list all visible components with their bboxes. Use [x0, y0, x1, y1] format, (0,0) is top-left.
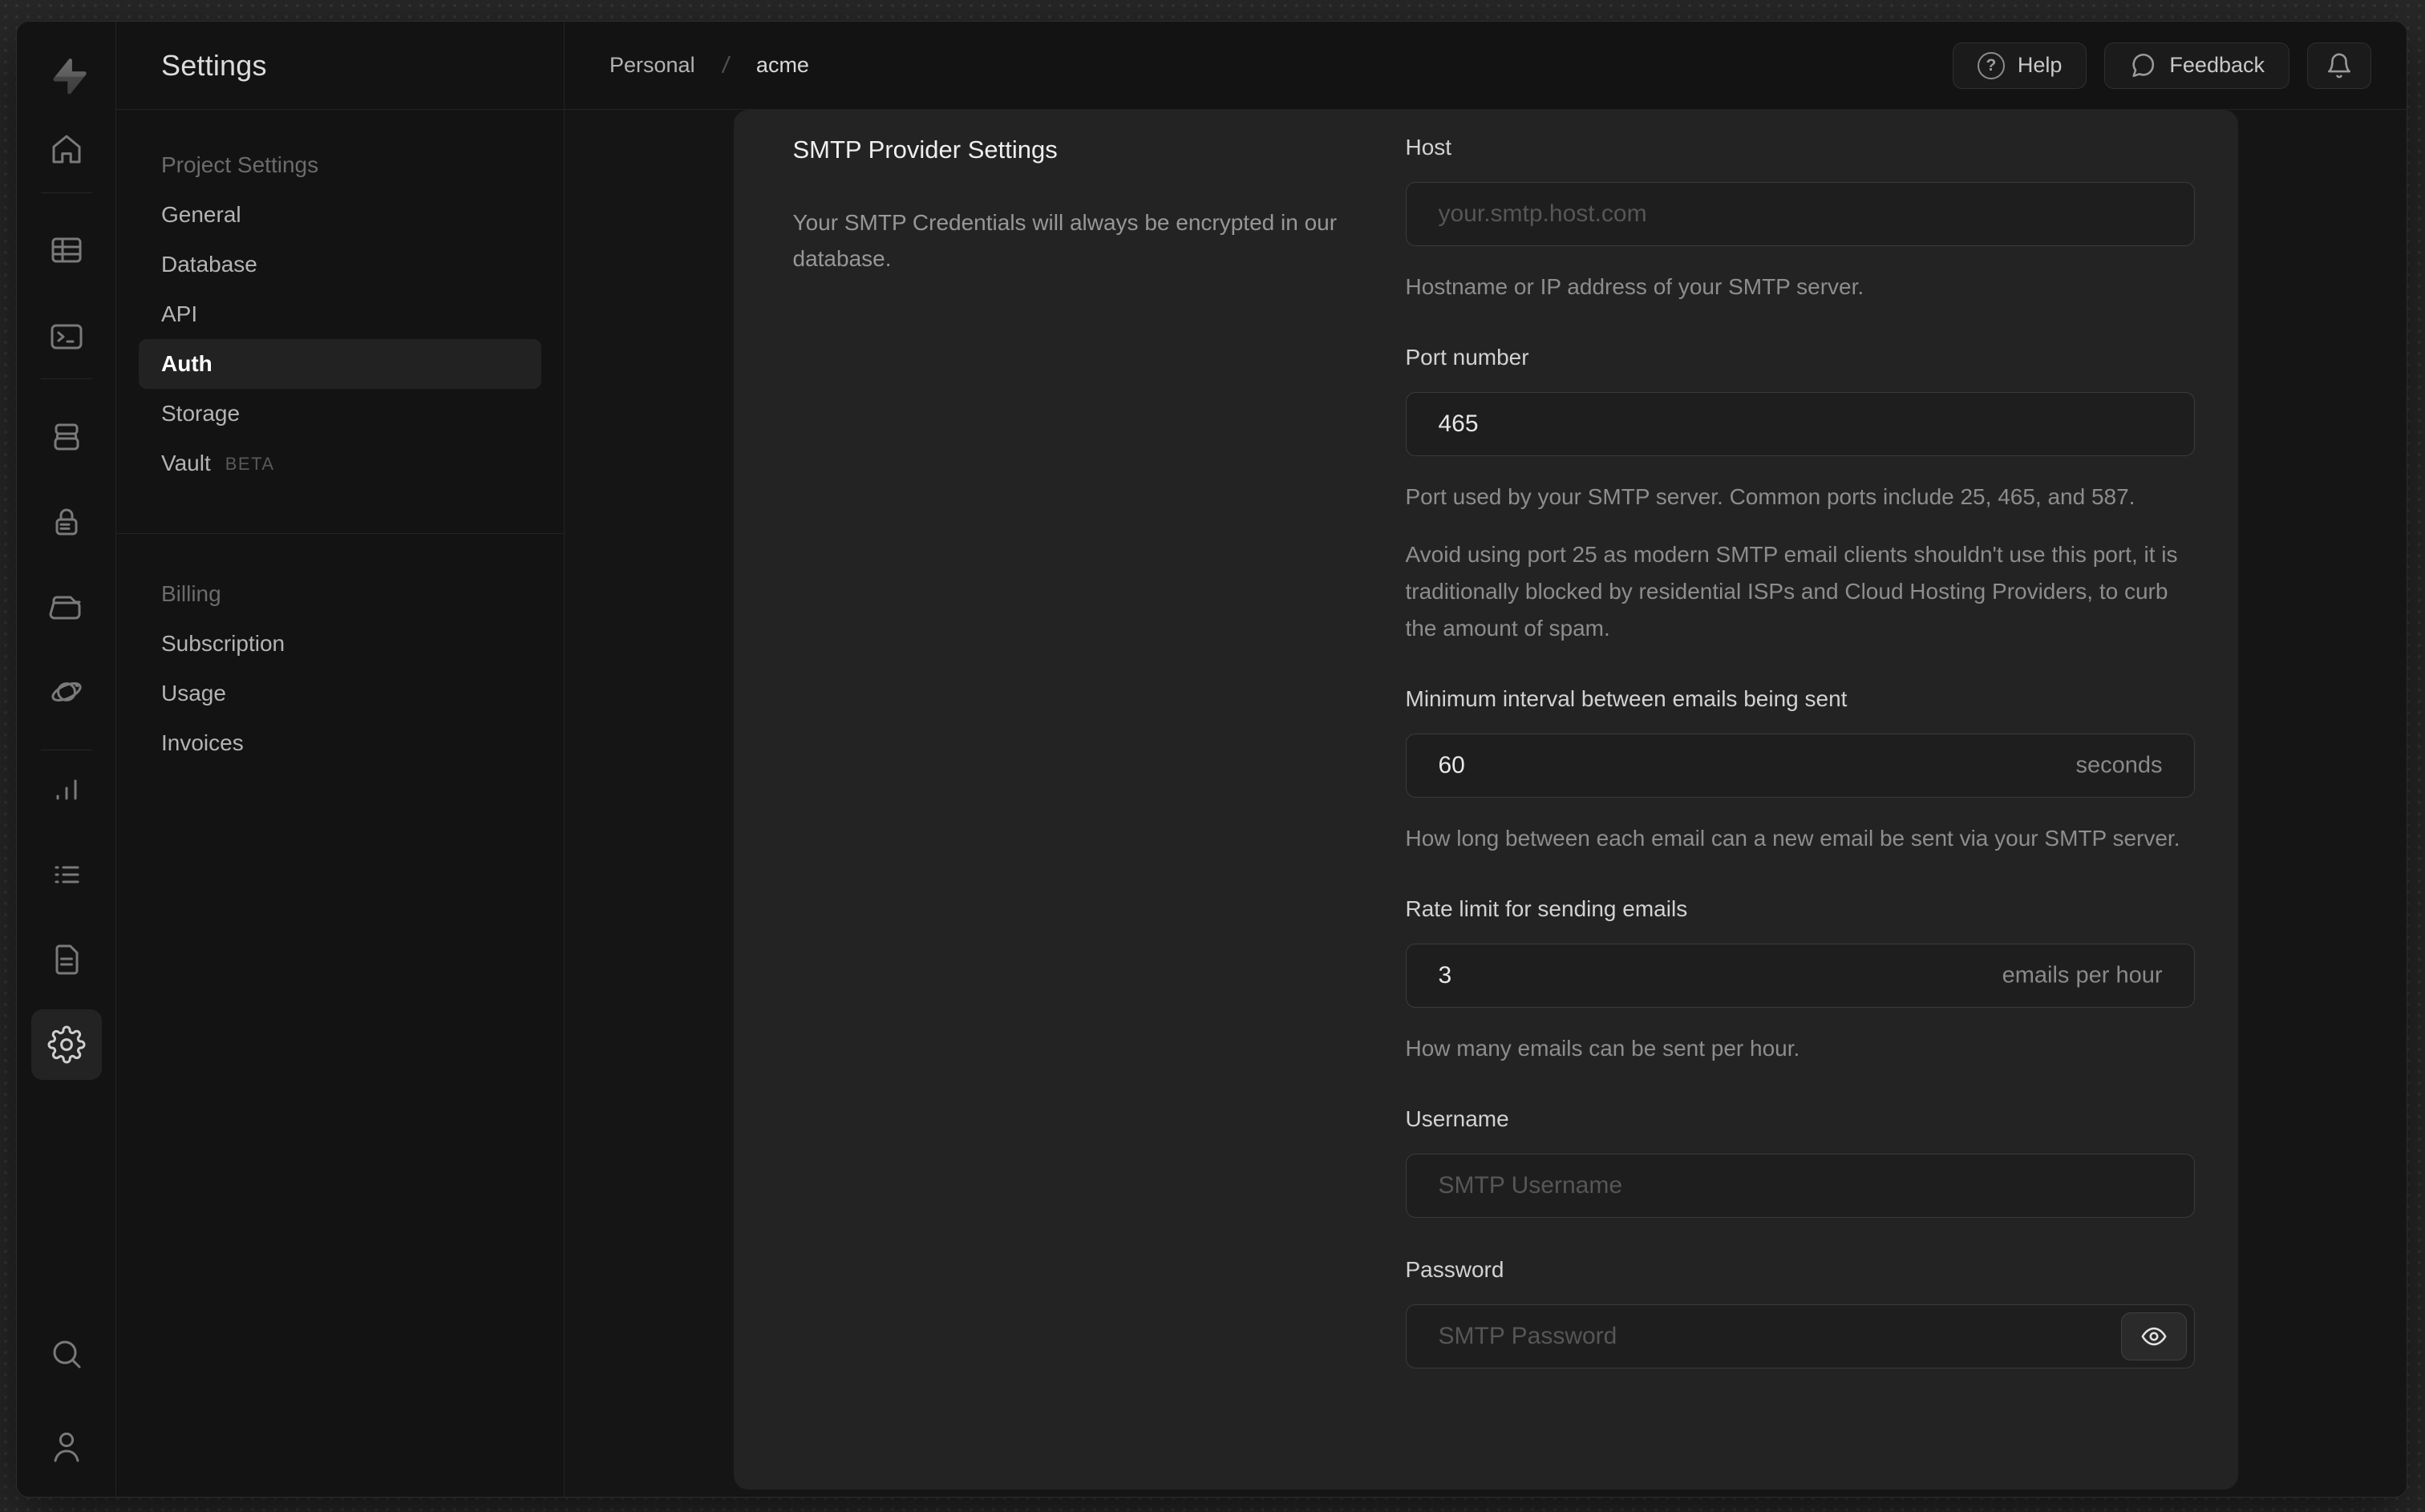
port-helper: Port used by your SMTP server. Common po…: [1405, 484, 2136, 509]
rate-limit-helper: How many emails can be sent per hour.: [1405, 1036, 1800, 1061]
rate-limit-input[interactable]: [1405, 944, 2195, 1008]
port-input[interactable]: [1405, 392, 2195, 456]
sidebar-item-invoices[interactable]: Invoices: [139, 718, 541, 768]
sidebar-item-vault[interactable]: Vault BETA: [139, 439, 541, 488]
bell-icon: [2327, 53, 2351, 78]
sidebar-header: Settings: [116, 22, 564, 110]
logs-icon[interactable]: [31, 839, 102, 910]
port-field-group: Port number Port used by your SMTP serve…: [1405, 344, 2195, 647]
rail-divider: [41, 192, 92, 193]
notifications-button[interactable]: [2307, 42, 2371, 89]
help-icon: ?: [1977, 51, 2005, 79]
header-actions: ? Help Feedback: [1952, 42, 2371, 89]
content-area: SMTP Provider Settings Your SMTP Credent…: [565, 110, 2407, 1497]
smtp-section-title: SMTP Provider Settings: [792, 135, 1058, 164]
username-input[interactable]: [1405, 1154, 2195, 1218]
help-button[interactable]: ? Help: [1952, 42, 2087, 89]
icon-rail: [17, 22, 116, 1497]
table-editor-icon[interactable]: [31, 215, 102, 285]
realtime-icon[interactable]: [31, 657, 102, 727]
host-field-group: Host Hostname or IP address of your SMTP…: [1405, 134, 2195, 305]
interval-field-group: Minimum interval between emails being se…: [1405, 685, 2195, 857]
app-window: Settings Project Settings General Databa…: [16, 21, 2407, 1498]
api-docs-icon[interactable]: [31, 924, 102, 995]
page-title: Settings: [161, 48, 267, 82]
sidebar-item-usage[interactable]: Usage: [139, 669, 541, 718]
sidebar-item-general[interactable]: General: [139, 190, 541, 240]
top-bar: Personal / acme ? Help Feedback: [565, 22, 2407, 110]
section-info: SMTP Provider Settings Your SMTP Credent…: [792, 134, 1338, 1490]
reports-icon[interactable]: [31, 754, 102, 825]
home-icon[interactable]: [31, 114, 102, 184]
storage-icon[interactable]: [31, 572, 102, 642]
feedback-bubble-icon: [2132, 53, 2155, 77]
password-field-group: Password: [1405, 1256, 2195, 1368]
smtp-settings-panel: SMTP Provider Settings Your SMTP Credent…: [733, 110, 2238, 1490]
eye-icon: [2141, 1327, 2166, 1346]
screen: { "header": { "breadcrumb": { "org": "Pe…: [0, 0, 2425, 1512]
port-label: Port number: [1405, 345, 1529, 370]
username-field-group: Username: [1405, 1106, 2195, 1218]
auth-lock-icon[interactable]: [31, 487, 102, 557]
feedback-button[interactable]: Feedback: [2104, 42, 2289, 89]
reveal-password-button[interactable]: [2120, 1312, 2187, 1360]
password-label: Password: [1405, 1257, 1504, 1282]
beta-badge: BETA: [225, 454, 275, 474]
sidebar-nav: Project Settings General Database API Au…: [116, 110, 564, 768]
rate-limit-label: Rate limit for sending emails: [1405, 896, 1688, 921]
port-note: Avoid using port 25 as modern SMTP email…: [1405, 542, 2178, 641]
sidebar-item-database[interactable]: Database: [139, 240, 541, 289]
supabase-logo[interactable]: [17, 44, 116, 108]
sidebar-divider: [116, 533, 564, 534]
rate-limit-field-group: Rate limit for sending emails emails per…: [1405, 895, 2195, 1067]
database-icon[interactable]: [31, 402, 102, 472]
profile-icon[interactable]: [31, 1412, 102, 1482]
breadcrumb-project[interactable]: acme: [756, 53, 809, 78]
sidebar-item-storage[interactable]: Storage: [139, 389, 541, 439]
section-title-billing: Billing: [161, 581, 221, 606]
host-input[interactable]: [1405, 182, 2195, 246]
settings-gear-icon[interactable]: [30, 1009, 102, 1080]
host-label: Host: [1405, 135, 1452, 160]
sidebar-item-api[interactable]: API: [139, 289, 541, 339]
sidebar-item-auth[interactable]: Auth: [139, 339, 541, 389]
sql-editor-icon[interactable]: [31, 301, 102, 372]
breadcrumb-org[interactable]: Personal: [609, 53, 695, 78]
search-icon[interactable]: [31, 1319, 102, 1389]
host-helper: Hostname or IP address of your SMTP serv…: [1405, 274, 1864, 299]
breadcrumb: Personal / acme: [609, 51, 809, 79]
rail-divider: [41, 378, 92, 379]
settings-sidebar: Settings Project Settings General Databa…: [116, 22, 565, 1497]
password-input[interactable]: [1405, 1304, 2195, 1368]
sidebar-item-subscription[interactable]: Subscription: [139, 619, 541, 669]
interval-label: Minimum interval between emails being se…: [1405, 686, 1848, 711]
main-area: Personal / acme ? Help Feedback SMTP Pro…: [565, 22, 2407, 1497]
interval-input[interactable]: [1405, 734, 2195, 798]
section-title-project-settings: Project Settings: [161, 152, 319, 177]
smtp-section-description: Your SMTP Credentials will always be enc…: [792, 210, 1338, 271]
username-label: Username: [1405, 1106, 1509, 1131]
breadcrumb-separator: /: [720, 51, 731, 79]
interval-helper: How long between each email can a new em…: [1405, 826, 2180, 851]
smtp-form: Host Hostname or IP address of your SMTP…: [1405, 134, 2195, 1490]
